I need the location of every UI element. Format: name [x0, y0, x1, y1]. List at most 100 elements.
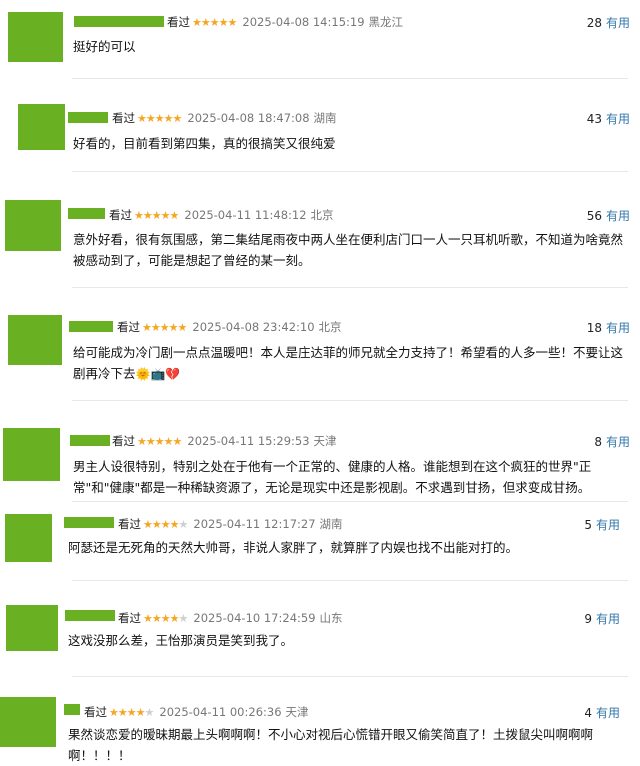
useful-button[interactable]: 有用 — [606, 321, 630, 335]
review-content: 给可能成为冷门剧一点点温暖吧！本人是庄达菲的师兄就全力支持了！希望看的人多一些！… — [73, 342, 626, 385]
review-text: 果然谈恋爱的暧昧期最上头啊啊啊！不小心对视后心慌错开眼又偷笑简直了！土拨鼠尖叫啊… — [68, 727, 594, 763]
review-content: 挺好的可以 — [73, 36, 626, 57]
vote-area: 5 有用 — [584, 516, 620, 533]
vote-area: 43 有用 — [587, 110, 630, 127]
star-filled-icon: ★ — [172, 434, 183, 448]
star-filled-icon: ★ — [135, 705, 146, 719]
useful-button[interactable]: 有用 — [606, 112, 630, 126]
star-filled-icon: ★ — [142, 208, 153, 222]
divider — [72, 580, 628, 581]
username[interactable] — [65, 610, 115, 621]
star-filled-icon: ★ — [169, 611, 180, 625]
vote-count: 8 — [594, 435, 602, 449]
useful-button[interactable]: 有用 — [596, 612, 620, 626]
star-filled-icon: ★ — [169, 517, 180, 531]
review-content: 好看的，目前看到第四集，真的很搞笑又很纯爱 — [73, 133, 626, 154]
review-meta: 看过 ★★★★★ 2025-04-11 11:48:12 北京 — [109, 207, 334, 223]
watch-status: 看过 — [118, 611, 141, 625]
review-time: 2025-04-11 15:29:53 — [187, 434, 310, 448]
username[interactable] — [69, 321, 113, 332]
review-time: 2025-04-11 00:26:36 — [159, 705, 282, 719]
rating-stars: ★★★★★ — [143, 517, 189, 531]
rating-stars: ★★★★★ — [142, 320, 187, 334]
useful-button[interactable]: 有用 — [606, 209, 630, 223]
star-empty-icon: ★ — [178, 517, 189, 531]
avatar[interactable] — [0, 697, 56, 747]
review-content: 男主人设很特别，特别之处在于他有一个正常的、健康的人格。谁能想到在这个疯狂的世界… — [73, 456, 626, 498]
avatar[interactable] — [8, 12, 63, 62]
review-meta: 看过 ★★★★★ 2025-04-10 17:24:59 山东 — [118, 610, 343, 626]
review-content: 阿瑟还是无死角的天然大帅哥，非说人家胖了，就算胖了内娱也找不出能对打的。 — [68, 537, 626, 558]
watch-status: 看过 — [112, 434, 135, 448]
star-filled-icon: ★ — [143, 611, 153, 625]
useful-button[interactable]: 有用 — [596, 518, 620, 532]
avatar[interactable] — [5, 514, 52, 562]
star-filled-icon: ★ — [160, 517, 171, 531]
rating-stars: ★★★★★ — [192, 15, 238, 29]
vote-area: 18 有用 — [587, 319, 630, 336]
review-meta: 看过 ★★★★★ 2025-04-11 12:17:27 湖南 — [118, 516, 343, 532]
review-text: 阿瑟还是无死角的天然大帅哥，非说人家胖了，就算胖了内娱也找不出能对打的。 — [68, 540, 519, 555]
vote-count: 28 — [586, 16, 602, 30]
star-filled-icon: ★ — [117, 705, 128, 719]
username[interactable] — [68, 112, 108, 123]
review-meta: 看过 ★★★★★ 2025-04-11 15:29:53 天津 — [112, 433, 337, 449]
star-filled-icon: ★ — [218, 15, 229, 29]
divider — [72, 171, 628, 172]
star-filled-icon: ★ — [154, 111, 165, 125]
rating-stars: ★★★★★ — [109, 705, 154, 719]
review-time: 2025-04-08 18:47:08 — [187, 111, 310, 125]
avatar[interactable] — [8, 315, 62, 365]
star-filled-icon: ★ — [163, 434, 174, 448]
review-text: 这戏没那么差，王怡那演员是笑到我了。 — [68, 633, 294, 648]
review-content: 意外好看，很有氛围感，第二集结尾雨夜中两人坐在便利店门口一人一只耳机听歌，不知道… — [73, 229, 626, 271]
review-meta: 看过 ★★★★★ 2025-04-08 23:42:10 北京 — [117, 319, 342, 335]
rating-stars: ★★★★★ — [137, 111, 183, 125]
review-location: 北京 — [318, 320, 342, 334]
watch-status: 看过 — [109, 208, 132, 222]
vote-area: 8 有用 — [594, 433, 630, 450]
divider — [72, 676, 628, 677]
review-meta: 看过 ★★★★★ 2025-04-11 00:26:36 天津 — [84, 704, 309, 720]
avatar[interactable] — [5, 200, 61, 251]
vote-area: 28 有用 — [587, 14, 630, 31]
review-text: 男主人设很特别，特别之处在于他有一个正常的、健康的人格。谁能想到在这个疯狂的世界… — [73, 459, 592, 495]
username[interactable] — [64, 517, 114, 528]
watch-status: 看过 — [112, 111, 135, 125]
avatar[interactable] — [6, 605, 58, 651]
username[interactable] — [68, 208, 105, 219]
avatar[interactable] — [3, 428, 60, 481]
review-location: 黑龙江 — [368, 15, 404, 29]
rating-stars: ★★★★★ — [134, 208, 180, 222]
review-content: 果然谈恋爱的暧昧期最上头啊啊啊！不小心对视后心慌错开眼又偷笑简直了！土拨鼠尖叫啊… — [68, 724, 636, 766]
star-filled-icon: ★ — [160, 611, 171, 625]
star-filled-icon: ★ — [172, 111, 183, 125]
rating-stars: ★★★★★ — [137, 434, 183, 448]
star-filled-icon: ★ — [227, 15, 238, 29]
vote-count: 43 — [586, 112, 602, 126]
username[interactable] — [74, 16, 164, 27]
star-filled-icon: ★ — [151, 208, 162, 222]
vote-area: 9 有用 — [584, 610, 620, 627]
watch-status: 看过 — [117, 320, 140, 334]
star-filled-icon: ★ — [137, 434, 147, 448]
useful-button[interactable]: 有用 — [606, 435, 630, 449]
review-location: 湖南 — [313, 111, 337, 125]
star-filled-icon: ★ — [169, 208, 180, 222]
watch-status: 看过 — [118, 517, 141, 531]
vote-count: 4 — [584, 706, 592, 720]
star-filled-icon: ★ — [168, 320, 179, 334]
useful-button[interactable]: 有用 — [606, 16, 630, 30]
review-content: 这戏没那么差，王怡那演员是笑到我了。 — [68, 630, 626, 651]
review-location: 天津 — [285, 705, 309, 719]
divider — [72, 501, 628, 502]
emoji-icons: 🌞📺💔 — [135, 367, 181, 381]
star-filled-icon: ★ — [150, 320, 161, 334]
avatar[interactable] — [18, 104, 65, 150]
username[interactable] — [64, 704, 80, 715]
username[interactable] — [70, 435, 110, 446]
star-filled-icon: ★ — [200, 15, 211, 29]
useful-button[interactable]: 有用 — [596, 706, 620, 720]
review-text: 意外好看，很有氛围感，第二集结尾雨夜中两人坐在便利店门口一人一只耳机听歌，不知道… — [73, 232, 624, 268]
vote-count: 9 — [584, 612, 592, 626]
